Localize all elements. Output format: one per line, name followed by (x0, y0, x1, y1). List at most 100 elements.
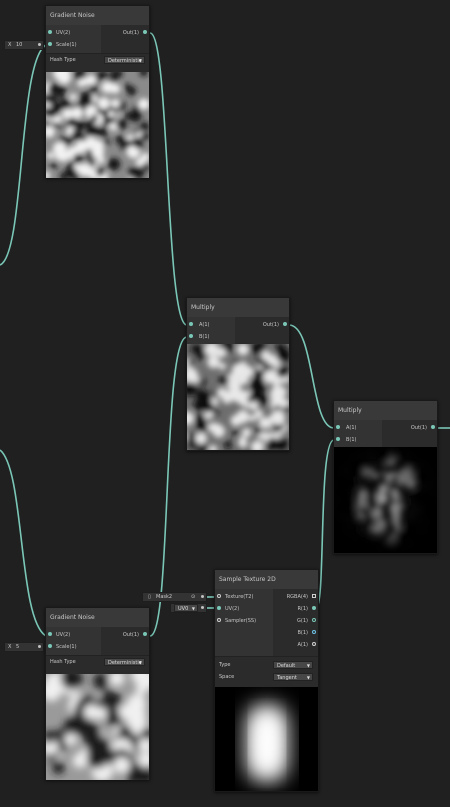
port-rgba[interactable]: RGBA(4) (287, 592, 316, 602)
noise-blob (228, 381, 236, 389)
noise-blob (89, 84, 98, 93)
port-dot-icon (48, 644, 52, 648)
noise-blob (222, 394, 232, 404)
port-uv[interactable]: UV(2) (48, 28, 70, 38)
scale-field-noise1[interactable]: X 10 (4, 40, 44, 50)
port-b[interactable]: B(1) (336, 435, 357, 445)
port-b[interactable]: B(1) (189, 332, 210, 342)
field-connector-icon (201, 595, 204, 598)
noise-blob (69, 93, 77, 101)
wire-uv-noise1 (0, 44, 47, 266)
port-dot-icon (283, 322, 287, 326)
noise-preview-2 (46, 674, 149, 780)
field-connector-icon (38, 645, 41, 648)
multiply-node-1[interactable]: Multiply A(1) B(1) Out(1) (186, 297, 290, 451)
port-out[interactable]: Out(1) (263, 320, 287, 330)
noise-blob (118, 704, 135, 720)
port-g[interactable]: G(1) (297, 616, 316, 626)
noise-blob (83, 704, 99, 720)
type-dropdown[interactable]: Default ▼ (273, 661, 313, 669)
hash-type-dropdown[interactable]: Deterministic ▼ (104, 658, 145, 666)
port-a[interactable]: A(1) (336, 423, 357, 433)
noise-blob (89, 160, 96, 167)
noise-blob (270, 410, 286, 426)
noise-blob (96, 167, 105, 177)
hash-type-label: Hash Type (50, 57, 76, 63)
node-title: Multiply (187, 298, 289, 317)
port-out[interactable]: Out(1) (123, 28, 147, 38)
port-dot-icon (312, 630, 316, 634)
noise-blob (98, 127, 108, 137)
noise-blob (75, 140, 88, 153)
port-dot-icon (143, 632, 147, 636)
noise-blob (230, 415, 242, 427)
noise-blob (58, 151, 69, 162)
noise-blob (215, 347, 226, 358)
target-icon[interactable]: ⊙ (191, 593, 195, 601)
gradient-noise-node-2[interactable]: Gradient Noise UV(2) Scale(1) Out(1) Has… (45, 607, 150, 780)
noise-blob (64, 733, 77, 746)
node-title: Gradient Noise (46, 6, 149, 25)
chevron-down-icon: ▼ (306, 675, 310, 680)
node-settings: Hash Type Deterministic ▼ (46, 655, 149, 668)
port-a[interactable]: A(1) (297, 640, 316, 650)
port-dot-icon (312, 642, 316, 646)
port-scale[interactable]: Scale(1) (48, 642, 77, 652)
noise-blob (74, 120, 86, 132)
scale-value[interactable]: 10 (16, 41, 22, 49)
port-scale[interactable]: Scale(1) (48, 40, 77, 50)
noise-blob (207, 355, 220, 369)
space-label: Space (219, 674, 235, 680)
noise-blob (275, 386, 287, 398)
noise-blob (85, 124, 98, 137)
noise-blob (126, 86, 137, 96)
chevron-down-icon: ▼ (138, 660, 142, 665)
port-uv[interactable]: UV(2) (217, 604, 239, 614)
node-settings: Hash Type Deterministic ▼ (46, 53, 149, 66)
noise-blob (118, 725, 133, 740)
uv-channel-dropdown[interactable]: UV0 ▼ (174, 604, 198, 612)
port-dot-icon (189, 334, 193, 338)
noise-blob (244, 390, 251, 397)
hash-type-dropdown[interactable]: Deterministic ▼ (104, 56, 145, 64)
scale-value[interactable]: 5 (16, 643, 19, 651)
gradient-noise-node-1[interactable]: Gradient Noise UV(2) Scale(1) Out(1) Has… (45, 5, 150, 178)
port-a[interactable]: A(1) (189, 320, 210, 330)
scale-field-noise2[interactable]: X 5 (4, 642, 44, 652)
sample-texture-2d-node[interactable]: Sample Texture 2D Texture(T2) UV(2) Samp… (214, 569, 319, 792)
noise-blob (218, 362, 227, 370)
noise-blob (126, 133, 134, 141)
noise-blob (72, 753, 87, 768)
port-texture[interactable]: Texture(T2) (217, 592, 253, 602)
port-sampler[interactable]: Sampler(SS) (217, 616, 256, 626)
chevron-down-icon: ▼ (138, 58, 142, 63)
noise-blob (254, 426, 263, 435)
port-dot-icon (48, 632, 52, 636)
noise-blob (73, 153, 84, 164)
noise-blob (113, 757, 130, 774)
noise-blob (190, 344, 201, 354)
port-r[interactable]: R(1) (297, 604, 316, 614)
port-out[interactable]: Out(1) (123, 630, 147, 640)
noise-blob (52, 102, 63, 112)
multiply-node-2[interactable]: Multiply A(1) B(1) Out(1) (333, 400, 438, 554)
port-out[interactable]: Out(1) (411, 423, 435, 433)
scale-axis-label: X (8, 644, 12, 650)
node-title: Sample Texture 2D (215, 570, 318, 589)
texture-value: Mask2 (156, 594, 173, 600)
field-connector-icon (38, 43, 41, 46)
noise-blob (103, 689, 117, 702)
port-uv[interactable]: UV(2) (48, 630, 70, 640)
port-b[interactable]: B(1) (297, 628, 316, 638)
chevron-down-icon: ▼ (191, 606, 195, 611)
noise-blob (193, 413, 206, 426)
noise-blob (52, 761, 65, 775)
space-dropdown[interactable]: Tangent ▼ (273, 673, 313, 681)
port-dot-icon (312, 594, 316, 598)
node-settings: Type Default ▼ Space Tangent ▼ (215, 656, 318, 683)
uv-field[interactable]: UV0 ▼ (170, 603, 207, 613)
noise-blob (126, 145, 138, 157)
noise-blob (249, 401, 259, 411)
noise-blob (65, 128, 73, 136)
texture-field[interactable]: ▯ Mask2 ⊙ (142, 592, 207, 602)
